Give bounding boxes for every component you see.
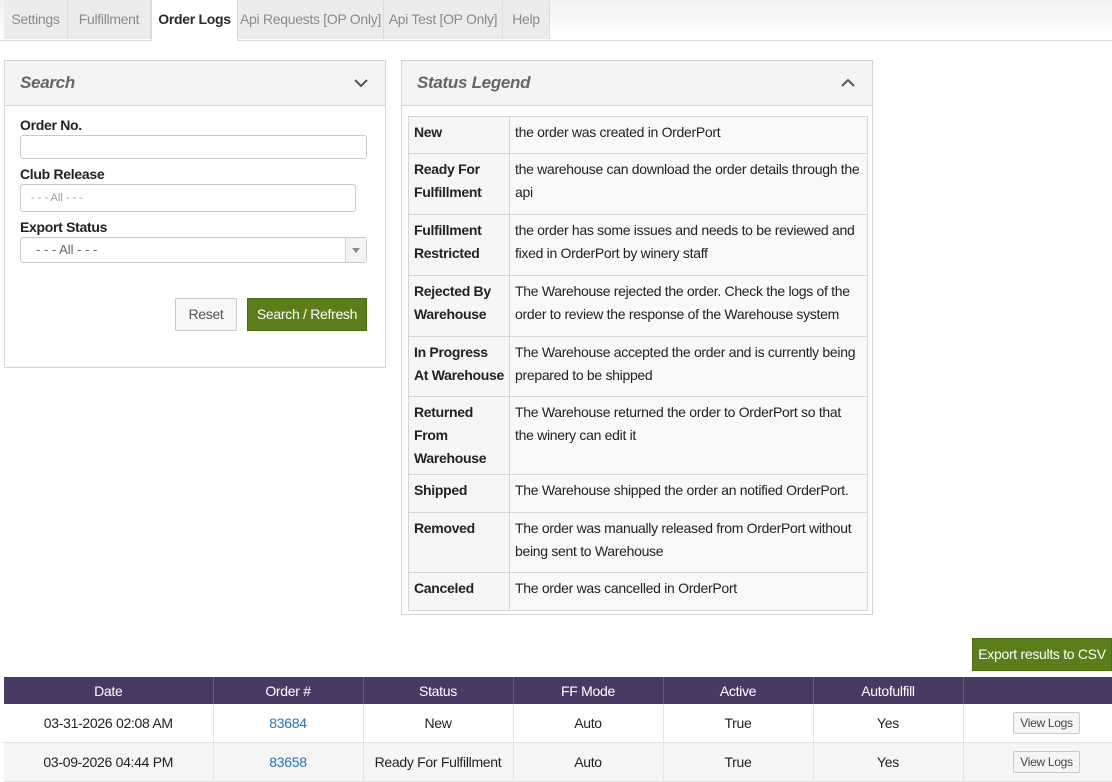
cell-actions: View Logs: [963, 704, 1112, 743]
cell-active: True: [663, 704, 814, 743]
export-status-value: - - - All - - -: [36, 242, 98, 257]
status-legend-table: New the order was created in OrderPort R…: [408, 116, 868, 611]
view-logs-button[interactable]: View Logs: [1013, 751, 1080, 773]
search-panel-header[interactable]: Search: [5, 61, 385, 106]
cell-ff-mode: Auto: [513, 742, 664, 782]
export-status-label: Export Status: [20, 219, 108, 235]
export-status-select[interactable]: - - - All - - -: [20, 237, 367, 263]
cell-date: 03-31-2026 02:08 AM: [4, 704, 214, 743]
club-release-label: Club Release: [20, 166, 105, 182]
column-header-autofulfill[interactable]: Autofulfill: [813, 677, 964, 704]
tab-settings[interactable]: Settings: [4, 0, 68, 39]
cell-status: New: [363, 704, 514, 743]
legend-status-desc: the warehouse can download the order det…: [509, 153, 868, 215]
cell-active: True: [663, 742, 814, 782]
legend-status-desc: The Warehouse returned the order to Orde…: [509, 396, 868, 475]
legend-status-name: In Progress At Warehouse: [408, 336, 510, 397]
tab-help[interactable]: Help: [503, 0, 550, 39]
legend-status-name: Fulfillment Restricted: [408, 214, 510, 276]
search-panel: Search Order No. Club Release - - - All …: [4, 60, 386, 368]
legend-row: Canceled The order was cancelled in Orde…: [408, 572, 868, 611]
tab-order-logs[interactable]: Order Logs: [151, 0, 238, 41]
legend-row: Shipped The Warehouse shipped the order …: [408, 474, 868, 513]
legend-row: Returned From Warehouse The Warehouse re…: [408, 396, 868, 475]
column-header-active[interactable]: Active: [663, 677, 814, 704]
legend-status-name: Ready For Fulfillment: [408, 153, 510, 215]
column-header-ff-mode[interactable]: FF Mode: [513, 677, 664, 704]
order-link[interactable]: 83684: [269, 715, 307, 731]
legend-status-name: Rejected By Warehouse: [408, 275, 510, 337]
table-row: 03-09-2026 04:44 PM 83658 Ready For Fulf…: [4, 742, 1112, 782]
order-no-input[interactable]: [20, 135, 367, 159]
status-legend-panel: Status Legend New the order was created …: [401, 60, 873, 615]
legend-status-desc: the order has some issues and needs to b…: [509, 214, 868, 276]
legend-row: Ready For Fulfillment the warehouse can …: [408, 153, 868, 215]
tab-fulfillment[interactable]: Fulfillment: [68, 0, 151, 39]
legend-status-name: Removed: [408, 512, 510, 573]
search-panel-title: Search: [20, 73, 75, 92]
cell-autofulfill: Yes: [813, 742, 964, 782]
dropdown-arrow-icon: [345, 238, 366, 262]
cell-order: 83658: [213, 742, 364, 782]
cell-order: 83684: [213, 704, 364, 743]
tab-bar: Settings Fulfillment Order Logs Api Requ…: [0, 0, 1112, 41]
results-table: Date Order # Status FF Mode Active Autof…: [4, 677, 1112, 782]
column-header-date[interactable]: Date: [4, 677, 214, 704]
legend-status-name: Canceled: [408, 572, 510, 611]
reset-button[interactable]: Reset: [175, 298, 237, 331]
legend-row: Removed The order was manually released …: [408, 512, 868, 573]
legend-status-desc: The order was manually released from Ord…: [509, 512, 868, 573]
legend-row: In Progress At Warehouse The Warehouse a…: [408, 336, 868, 397]
legend-row: Fulfillment Restricted the order has som…: [408, 214, 868, 276]
status-legend-header[interactable]: Status Legend: [402, 61, 872, 106]
column-header-order[interactable]: Order #: [213, 677, 364, 704]
view-logs-button[interactable]: View Logs: [1013, 712, 1080, 734]
order-no-label: Order No.: [20, 117, 82, 133]
search-refresh-button[interactable]: Search / Refresh: [247, 298, 367, 331]
order-link[interactable]: 83658: [269, 754, 307, 770]
tab-api-test[interactable]: Api Test [OP Only]: [384, 0, 503, 39]
legend-row: New the order was created in OrderPort: [408, 116, 868, 154]
results-header-row: Date Order # Status FF Mode Active Autof…: [4, 677, 1112, 704]
tab-api-requests[interactable]: Api Requests [OP Only]: [238, 0, 384, 39]
legend-status-name: Shipped: [408, 474, 510, 513]
export-csv-button[interactable]: Export results to CSV: [972, 638, 1112, 671]
cell-date: 03-09-2026 04:44 PM: [4, 742, 214, 782]
legend-status-desc: The Warehouse rejected the order. Check …: [509, 275, 868, 337]
cell-ff-mode: Auto: [513, 704, 664, 743]
cell-actions: View Logs: [963, 742, 1112, 782]
club-release-input[interactable]: - - - All - - -: [20, 184, 356, 212]
column-header-status[interactable]: Status: [363, 677, 514, 704]
legend-status-desc: The Warehouse accepted the order and is …: [509, 336, 868, 397]
legend-status-desc: The Warehouse shipped the order an notif…: [509, 474, 868, 513]
legend-row: Rejected By Warehouse The Warehouse reje…: [408, 275, 868, 337]
cell-autofulfill: Yes: [813, 704, 964, 743]
column-header-actions: [963, 677, 1112, 704]
table-row: 03-31-2026 02:08 AM 83684 New Auto True …: [4, 704, 1112, 743]
status-legend-title: Status Legend: [417, 73, 531, 92]
legend-status-name: New: [408, 116, 510, 154]
chevron-down-icon[interactable]: [353, 75, 369, 91]
legend-status-desc: the order was created in OrderPort: [509, 116, 868, 154]
cell-status: Ready For Fulfillment: [363, 742, 514, 782]
legend-status-name: Returned From Warehouse: [408, 396, 510, 475]
club-release-placeholder: - - - All - - -: [31, 192, 83, 204]
legend-status-desc: The order was cancelled in OrderPort: [509, 572, 868, 611]
chevron-up-icon[interactable]: [840, 75, 856, 91]
